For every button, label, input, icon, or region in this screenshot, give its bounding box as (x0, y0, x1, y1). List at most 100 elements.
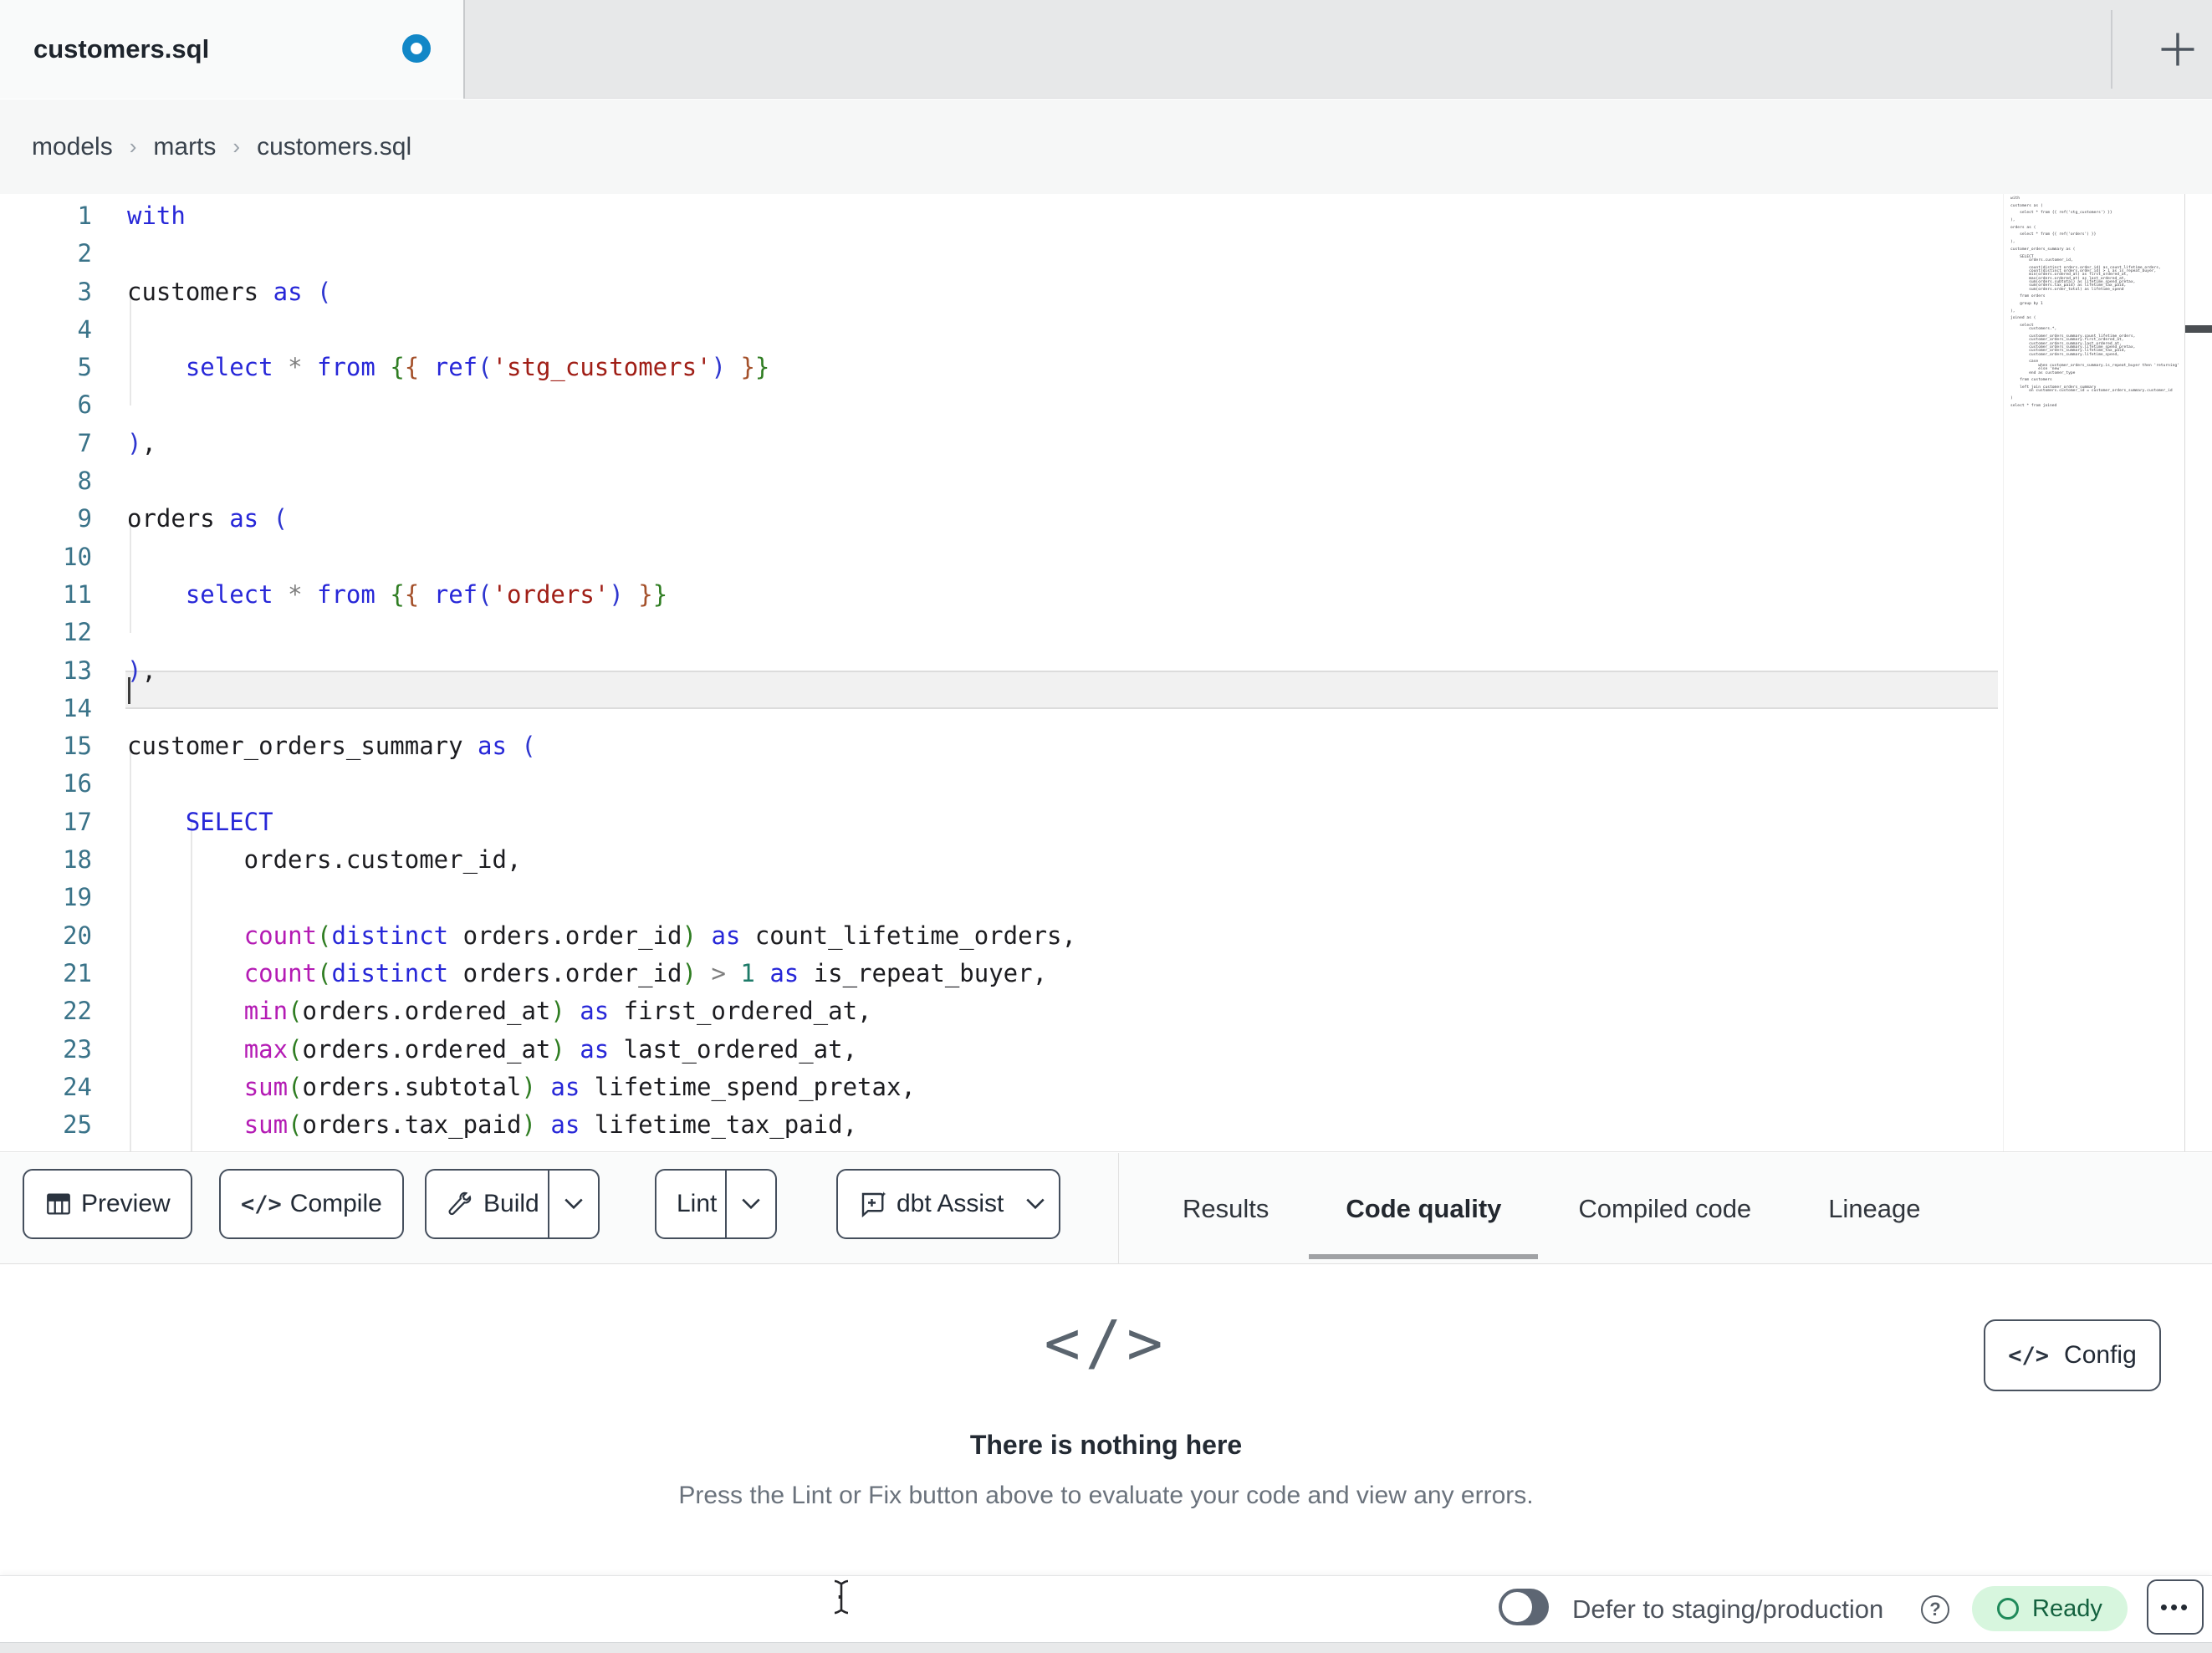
code-line-15[interactable]: customer_orders_summary as ( (127, 727, 1076, 765)
tab-customers-sql[interactable]: customers.sql (0, 0, 465, 99)
breadcrumb-row: models › marts › customers.sql Save (0, 99, 2212, 271)
code-quality-panel: </> Config </> There is nothing here Pre… (0, 1264, 2212, 1575)
ibeam-cursor (834, 1579, 849, 1615)
dbt-assist-label: dbt Assist (897, 1190, 1004, 1217)
breadcrumb-separator: › (129, 134, 137, 159)
code-line-20[interactable]: count(distinct orders.order_id) as count… (127, 917, 1076, 955)
lint-label[interactable]: Lint (656, 1190, 725, 1218)
line-number: 6 (77, 390, 92, 420)
preview-button[interactable]: Preview (23, 1169, 192, 1239)
code-line-17[interactable]: SELECT (127, 804, 1076, 841)
code-line-6[interactable] (127, 386, 1076, 424)
minimap-content: with customers as ( select * from {{ ref… (2010, 196, 2179, 408)
tab-results[interactable]: Results (1183, 1153, 1269, 1264)
code-line-21[interactable]: count(distinct orders.order_id) > 1 as i… (127, 955, 1076, 992)
line-number: 20 (63, 921, 92, 950)
dbt-ide-window: customers.sql models › marts › customers… (0, 0, 2212, 1653)
line-number: 16 (63, 769, 92, 798)
code-line-7[interactable]: ), (127, 425, 1076, 462)
tab-code-quality[interactable]: Code quality (1309, 1153, 1539, 1264)
line-number: 5 (77, 353, 92, 382)
chevron-down-icon (564, 1198, 583, 1210)
preview-label: Preview (81, 1190, 171, 1217)
code-line-25[interactable]: sum(orders.tax_paid) as lifetime_tax_pai… (127, 1106, 1076, 1144)
line-number: 25 (63, 1110, 92, 1140)
code-line-22[interactable]: min(orders.ordered_at) as first_ordered_… (127, 992, 1076, 1030)
help-icon[interactable]: ? (1921, 1595, 1949, 1624)
minimap[interactable]: with customers as ( select * from {{ ref… (2003, 194, 2184, 1151)
lint-dropdown[interactable] (725, 1171, 775, 1237)
breadcrumb: models › marts › customers.sql (32, 99, 411, 194)
code-line-11[interactable]: select * from {{ ref('orders') }} (127, 576, 1076, 614)
toggle-knob (1502, 1592, 1532, 1622)
build-split-button: Build (425, 1169, 600, 1239)
dbt-assist-button[interactable]: dbt Assist (836, 1169, 1061, 1239)
line-number: 11 (63, 579, 92, 609)
ready-label: Ready (2032, 1594, 2102, 1622)
action-row: Preview </> Compile Build Lint dbt Assis… (0, 1153, 2212, 1264)
unsaved-changes-indicator (402, 34, 431, 63)
build-dropdown[interactable] (547, 1171, 598, 1237)
code-line-3[interactable]: customers as ( (127, 273, 1076, 311)
tab-bar: customers.sql (0, 0, 2212, 99)
line-number: 26 (0, 1144, 92, 1151)
plus-icon (2161, 33, 2194, 65)
defer-toggle[interactable] (1499, 1589, 1549, 1625)
panel-tabs: Results Code quality Compiled code Lineage (1137, 1153, 1921, 1264)
scrollbar-thumb[interactable] (2185, 325, 2212, 333)
line-number: 8 (77, 467, 92, 496)
line-number-gutter: 1 2 3 4 5 6 7 8 9 10 11 12 13 14 15 16 17 18 19 20 21 22 23 24 2… (0, 194, 92, 1151)
code-line-1[interactable]: with (127, 197, 1076, 235)
chevron-down-icon (742, 1198, 761, 1210)
line-number: 19 (63, 883, 92, 912)
empty-state-title: There is nothing here (969, 1430, 1243, 1460)
line-number: 17 (63, 807, 92, 836)
breadcrumb-item-file: customers.sql (257, 132, 412, 161)
code-icon: </> (241, 1191, 282, 1217)
line-number: 23 (63, 1034, 92, 1064)
code-line-4[interactable] (127, 311, 1076, 349)
line-number: 22 (63, 997, 92, 1026)
line-number: 1 (77, 202, 92, 230)
line-number: 15 (63, 732, 92, 761)
code-line-24[interactable]: sum(orders.subtotal) as lifetime_spend_p… (127, 1069, 1076, 1106)
code-line-13[interactable]: ), (127, 652, 1076, 690)
breadcrumb-item-models[interactable]: models (32, 133, 113, 161)
table-icon (24, 1190, 73, 1218)
code-line-2[interactable] (127, 235, 1076, 273)
code-content[interactable]: with customers as ( select * from {{ ref… (127, 194, 1076, 1151)
code-line-26[interactable]: sum(orders.order_total) as lifetime_spen… (127, 1144, 1076, 1151)
compile-button[interactable]: </> Compile (219, 1169, 404, 1239)
tab-lineage[interactable]: Lineage (1828, 1153, 1920, 1264)
chevron-down-icon (1026, 1198, 1045, 1210)
code-editor[interactable]: 1 2 3 4 5 6 7 8 9 10 11 12 13 14 15 16 17 18 19 20 21 22 23 24 2… (0, 194, 2212, 1152)
toolbar-tabs-divider (1118, 1153, 1119, 1264)
empty-state-subtitle: Press the Lint or Fix button above to ev… (678, 1482, 1534, 1509)
more-options-button[interactable]: ••• (2147, 1579, 2204, 1635)
code-line-18[interactable]: orders.customer_id, (127, 841, 1076, 879)
build-label[interactable]: Build (475, 1190, 548, 1218)
ready-circle-icon (1997, 1598, 2019, 1620)
defer-label: Defer to staging/production (1572, 1594, 1884, 1624)
tabbar-divider (2111, 10, 2112, 89)
line-number: 12 (63, 618, 92, 647)
code-line-23[interactable]: max(orders.ordered_at) as last_ordered_a… (127, 1031, 1076, 1069)
line-number: 14 (63, 693, 92, 722)
breadcrumb-item-marts[interactable]: marts (153, 133, 216, 161)
breadcrumb-separator: › (232, 134, 241, 159)
line-number: 13 (63, 656, 92, 685)
code-line-8[interactable] (127, 462, 1076, 500)
code-line-9[interactable]: orders as ( (127, 500, 1076, 538)
code-line-5[interactable]: select * from {{ ref('stg_customers') }} (127, 349, 1076, 386)
wrench-icon (427, 1190, 475, 1218)
dbt-assist-dropdown[interactable] (1012, 1197, 1059, 1211)
editor-scrollbar[interactable] (2184, 194, 2212, 1151)
code-line-12[interactable] (127, 614, 1076, 651)
code-line-10[interactable] (127, 538, 1076, 576)
new-tab-button[interactable] (2146, 18, 2209, 82)
code-line-19[interactable] (127, 879, 1076, 916)
code-line-14[interactable] (127, 690, 1076, 727)
code-line-16[interactable] (127, 765, 1076, 803)
tab-compiled-code[interactable]: Compiled code (1578, 1153, 1751, 1264)
empty-state-code-icon: </> (1044, 1308, 1168, 1378)
